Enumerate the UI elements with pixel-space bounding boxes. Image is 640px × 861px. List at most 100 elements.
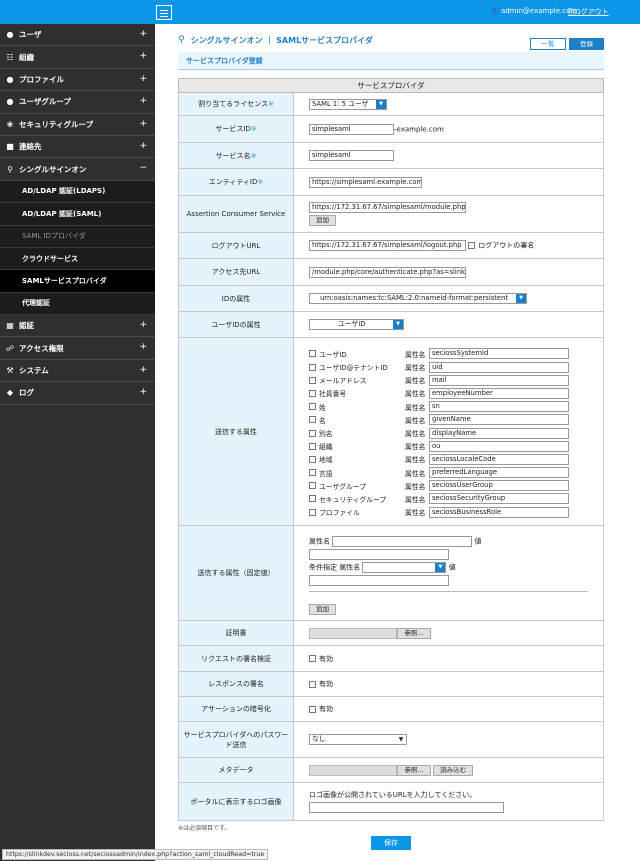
user-id-attr-select[interactable]: ユーザID ▼ [309, 319, 404, 330]
top-bar: 👤 admin@example.com ⎘ログアウト [0, 0, 640, 24]
fixed-attr-name-input[interactable] [332, 535, 473, 547]
sidebar-item-access[interactable]: ☍ アクセス権限 + [0, 337, 155, 360]
attr-checkbox[interactable] [309, 429, 316, 437]
sidebar-item-contact[interactable]: ■ 連絡先 + [0, 136, 155, 159]
sidebar-sub-saml-sp[interactable]: SAMLサービスプロバイダ [0, 270, 155, 293]
fixed-value-input[interactable] [309, 548, 449, 560]
sidebar-item-auth[interactable]: ▦ 認証 + [0, 315, 155, 338]
sidebar-item-user[interactable]: ● ユーザ + [0, 24, 155, 47]
sidebar-sub-cloud-service[interactable]: クラウドサービス [0, 247, 155, 271]
service-name-label: サービス名※ [178, 142, 294, 169]
attr-value-input[interactable]: uid [429, 361, 569, 373]
auth-icon: ▦ [6, 321, 14, 331]
attr-checkbox[interactable] [309, 482, 316, 490]
attr-value-input[interactable]: seciossUserGroup [429, 480, 569, 492]
sidebar-item-sso[interactable]: ⚲ シングルサインオン − [0, 158, 155, 181]
sidebar-sub-ldaps[interactable]: AD/LDAP 認証(LDAPS) [0, 180, 155, 204]
sidebar-item-label: 組織 [19, 52, 34, 62]
condition-attr-select[interactable]: ▼ [362, 561, 447, 573]
attr-checkbox[interactable] [309, 376, 316, 384]
metadata-load-button[interactable]: 読み込む [433, 764, 474, 776]
acs-input[interactable]: https://172.31.67.67/simplesaml/module.p… [309, 202, 466, 213]
assert-enc-checkbox[interactable] [309, 705, 316, 713]
attr-row: 名 属性名 givenName [309, 413, 588, 426]
attr-value-input[interactable]: seciossBusinessRole [429, 506, 569, 518]
fixed-attr-add-button[interactable]: 追加 [309, 603, 336, 615]
menu-toggle-button[interactable] [156, 5, 172, 20]
attr-checkbox[interactable] [309, 442, 316, 450]
metadata-browse-button[interactable]: 参照... [397, 764, 431, 776]
cert-browse-button[interactable]: 参照... [397, 627, 431, 639]
logo-url-input[interactable] [309, 802, 504, 813]
id-attr-select[interactable]: urn:oasis:names:tc:SAML:2.0:nameid-forma… [309, 293, 527, 304]
expand-icon: + [139, 320, 147, 331]
attr-value-input[interactable]: seciossSecurityGroup [429, 493, 569, 505]
attr-checkbox[interactable] [309, 495, 316, 503]
logout-link[interactable]: ⎘ログアウト [568, 7, 609, 17]
attr-value-input[interactable]: sn [429, 401, 569, 413]
sidebar-sub-proxy-auth[interactable]: 代理認証 [0, 292, 155, 316]
form-header: サービスプロバイダ [178, 78, 604, 93]
sidebar-item-security-group[interactable]: ❀ セキュリティグループ + [0, 114, 155, 136]
service-id-input[interactable]: simplesaml [309, 123, 394, 135]
divider [309, 590, 588, 592]
tag-icon: ◆ [6, 388, 14, 398]
attr-checkbox[interactable] [309, 508, 316, 516]
sidebar-item-system[interactable]: ⚒ システム + [0, 360, 155, 383]
chevron-down-icon: ▼ [435, 562, 446, 572]
access-url-input[interactable]: /module.php/core/authenticate.php?as=sli… [309, 266, 466, 278]
attr-checkbox[interactable] [309, 350, 316, 358]
expand-icon: + [139, 29, 147, 39]
sidebar-item-profile[interactable]: ● プロファイル + [0, 69, 155, 92]
entity-id-label-text: エンティティID [208, 178, 258, 186]
cert-file-field[interactable] [309, 627, 397, 639]
license-label-text: 割り当てるライセンス [198, 100, 268, 108]
metadata-file-field[interactable] [309, 764, 397, 776]
attr-value-input[interactable]: givenName [429, 414, 569, 426]
profile-icon: ● [6, 74, 14, 84]
acs-add-button[interactable]: 追加 [309, 215, 336, 226]
sidebar-sub-saml-idp[interactable]: SAML IDプロバイダ [0, 225, 155, 248]
access-icon: ☍ [5, 343, 15, 353]
attr-value-input[interactable]: seciossLocaleCode [429, 453, 569, 465]
sidebar-item-org[interactable]: ☷ 組織 + [0, 46, 155, 69]
attr-checkbox[interactable] [309, 455, 316, 463]
attr-name: 組織 [319, 443, 333, 452]
sidebar-item-user-group[interactable]: ● ユーザグループ + [0, 91, 155, 114]
attr-value-input[interactable]: mail [429, 374, 569, 386]
attr-checkbox[interactable] [309, 363, 316, 371]
attr-value-input[interactable]: preferredLanguage [429, 467, 569, 479]
attr-value-input[interactable]: displayName [429, 427, 569, 439]
register-button[interactable]: 登録 [569, 38, 604, 50]
service-name-input[interactable]: simplesaml [309, 150, 394, 161]
attr-checkbox[interactable] [309, 469, 316, 477]
attr-checkbox[interactable] [309, 403, 316, 411]
condition-value-input[interactable] [309, 574, 449, 586]
user-id-attr-select-value: ユーザID [338, 320, 366, 328]
list-button[interactable]: 一覧 [530, 38, 566, 50]
sidebar-item-label: シングルサインオン [19, 164, 87, 174]
chevron-down-icon: ▼ [516, 294, 526, 303]
sidebar-item-log[interactable]: ◆ ログ + [0, 382, 155, 405]
logout-sign-checkbox[interactable] [468, 242, 476, 249]
sidebar-item-label: アクセス権限 [19, 343, 64, 353]
required-note: ※は必須項目です。 [178, 825, 231, 832]
attr-checkbox[interactable] [309, 416, 316, 424]
condition-value-label: 値 [448, 563, 456, 571]
resp-sign-checkbox[interactable] [309, 680, 316, 688]
sidebar-sub-ldap-saml[interactable]: AD/LDAP 認証(SAML) [0, 203, 155, 226]
pw-send-select[interactable]: なし ▼ [309, 734, 407, 745]
sidebar-item-label: システム [19, 366, 49, 376]
attr-value-input[interactable]: employeeNumber [429, 387, 569, 399]
req-sign-checkbox[interactable] [309, 655, 316, 662]
expand-icon: + [139, 51, 147, 62]
attr-field-label: 属性名 [405, 482, 426, 491]
logout-url-input[interactable]: https://172.31.67.67/simplesaml/logout.p… [309, 240, 466, 251]
entity-id-input[interactable]: https://simplesaml.example.com [309, 176, 422, 188]
save-button[interactable]: 保存 [371, 836, 411, 850]
attr-checkbox[interactable] [309, 389, 316, 397]
license-select[interactable]: SAML 1: 5 ユーザ ▼ [309, 98, 387, 110]
attr-value-input[interactable]: ou [429, 440, 569, 452]
attr-field-label: 属性名 [405, 390, 426, 399]
attr-value-input[interactable]: seciossSystemId [429, 348, 569, 360]
